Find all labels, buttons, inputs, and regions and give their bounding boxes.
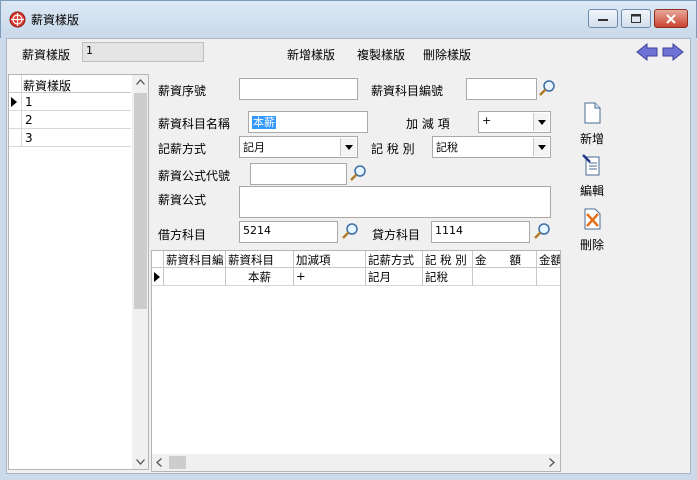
app-icon	[9, 11, 26, 28]
table-cell: +	[294, 268, 366, 286]
search-icon[interactable]	[341, 222, 359, 240]
template-list-cell: 1	[25, 95, 33, 109]
minimize-icon	[598, 18, 608, 21]
window-frame-right	[691, 38, 697, 480]
template-list-cell: 2	[25, 113, 33, 127]
add-sub-select[interactable]: +	[478, 111, 551, 133]
chevron-down-icon[interactable]	[533, 113, 549, 131]
add-button-label: 新增	[579, 132, 604, 146]
delete-document-icon	[584, 208, 601, 230]
column-header[interactable]: 金額	[537, 251, 560, 268]
column-header[interactable]: 記薪方式	[366, 251, 423, 268]
add-sub-value: +	[482, 114, 492, 127]
column-header[interactable]: 薪資科目編	[164, 251, 226, 268]
add-sub-label: 加 減 項	[406, 117, 450, 131]
column-header[interactable]: 記 稅 別	[423, 251, 473, 268]
row-pointer-icon	[154, 272, 160, 282]
item-name-value: 本薪	[252, 116, 276, 129]
template-list-header-label: 薪資樣版	[23, 79, 72, 93]
method-label: 記薪方式	[158, 142, 207, 156]
table-cell: 本薪	[226, 268, 294, 286]
method-select[interactable]: 記月	[239, 136, 358, 158]
next-arrow-icon[interactable]	[662, 43, 684, 61]
formula-code-field[interactable]	[250, 163, 347, 185]
column-header[interactable]: 薪資科目	[226, 251, 294, 268]
debit-field[interactable]: 5214	[239, 221, 338, 243]
edit-button[interactable]: 編輯	[569, 154, 615, 199]
previous-arrow-icon[interactable]	[636, 43, 658, 61]
scroll-up-icon[interactable]	[136, 79, 145, 85]
template-label: 薪資樣版	[22, 48, 71, 62]
template-list-scroll-thumb[interactable]	[134, 93, 147, 309]
template-list-row[interactable]: 3	[9, 129, 131, 147]
formula-code-label: 薪資公式代號	[158, 169, 231, 183]
table-cell	[473, 268, 537, 286]
row-pointer-icon	[11, 97, 17, 107]
table-cell	[164, 268, 226, 286]
credit-label: 貸方科目	[372, 228, 421, 242]
template-list-row[interactable]: 2	[9, 111, 131, 129]
template-list-row[interactable]: 1	[9, 93, 131, 111]
column-header[interactable]: 金 額	[473, 251, 537, 268]
window-title: 薪資樣版	[31, 13, 80, 27]
item-name-field[interactable]: 本薪	[248, 111, 368, 133]
chevron-down-icon[interactable]	[533, 138, 549, 156]
formula-label: 薪資公式	[158, 193, 207, 207]
new-document-icon	[584, 102, 601, 124]
salary-items-header: 薪資科目編 薪資科目 加減項 記薪方式 記 稅 別 金 額 金額	[152, 251, 560, 268]
table-row[interactable]: 本薪 + 記月 記稅	[152, 268, 560, 286]
delete-button-label: 刪除	[579, 238, 604, 252]
scroll-down-icon[interactable]	[136, 459, 145, 465]
maximize-button[interactable]	[621, 9, 651, 28]
scroll-left-icon[interactable]	[156, 458, 162, 467]
tax-value: 記稅	[436, 141, 458, 154]
edit-button-label: 編輯	[579, 184, 604, 198]
search-icon[interactable]	[538, 79, 556, 97]
search-icon[interactable]	[533, 222, 551, 240]
chevron-down-icon[interactable]	[340, 138, 356, 156]
template-list-cell: 3	[25, 131, 33, 145]
add-template-button[interactable]: 新增樣版	[287, 46, 335, 63]
close-button[interactable]	[654, 9, 688, 28]
template-list-header[interactable]: 薪資樣版	[9, 75, 131, 93]
edit-document-icon	[582, 154, 600, 176]
seq-field[interactable]	[239, 78, 358, 100]
copy-template-button[interactable]: 複製樣版	[357, 46, 405, 63]
salary-items-scroll-thumb[interactable]	[169, 456, 186, 469]
delete-button[interactable]: 刪除	[569, 208, 615, 253]
tax-label: 記 稅 別	[371, 142, 415, 156]
window-frame-bottom	[0, 474, 697, 480]
table-cell: 記稅	[423, 268, 473, 286]
scroll-right-icon[interactable]	[549, 458, 555, 467]
template-value-field: 1	[82, 42, 204, 62]
tax-select[interactable]: 記稅	[432, 136, 551, 158]
table-cell	[537, 268, 560, 286]
delete-template-button[interactable]: 刪除樣版	[423, 46, 471, 63]
add-button[interactable]: 新增	[569, 102, 615, 147]
formula-field[interactable]	[239, 186, 551, 218]
minimize-button[interactable]	[588, 9, 618, 28]
close-icon	[666, 13, 676, 24]
search-icon[interactable]	[349, 164, 367, 182]
item-name-label: 薪資科目名稱	[158, 117, 231, 131]
debit-label: 借方科目	[158, 228, 207, 242]
credit-field[interactable]: 1114	[431, 221, 530, 243]
salary-items-horizontal-scrollbar[interactable]	[152, 454, 560, 471]
column-header[interactable]: 加減項	[294, 251, 366, 268]
item-code-field[interactable]	[466, 78, 537, 100]
table-cell: 記月	[366, 268, 423, 286]
item-code-label: 薪資科目編號	[371, 84, 444, 98]
method-value: 記月	[243, 141, 265, 154]
seq-label: 薪資序號	[158, 84, 207, 98]
maximize-icon	[631, 14, 641, 23]
